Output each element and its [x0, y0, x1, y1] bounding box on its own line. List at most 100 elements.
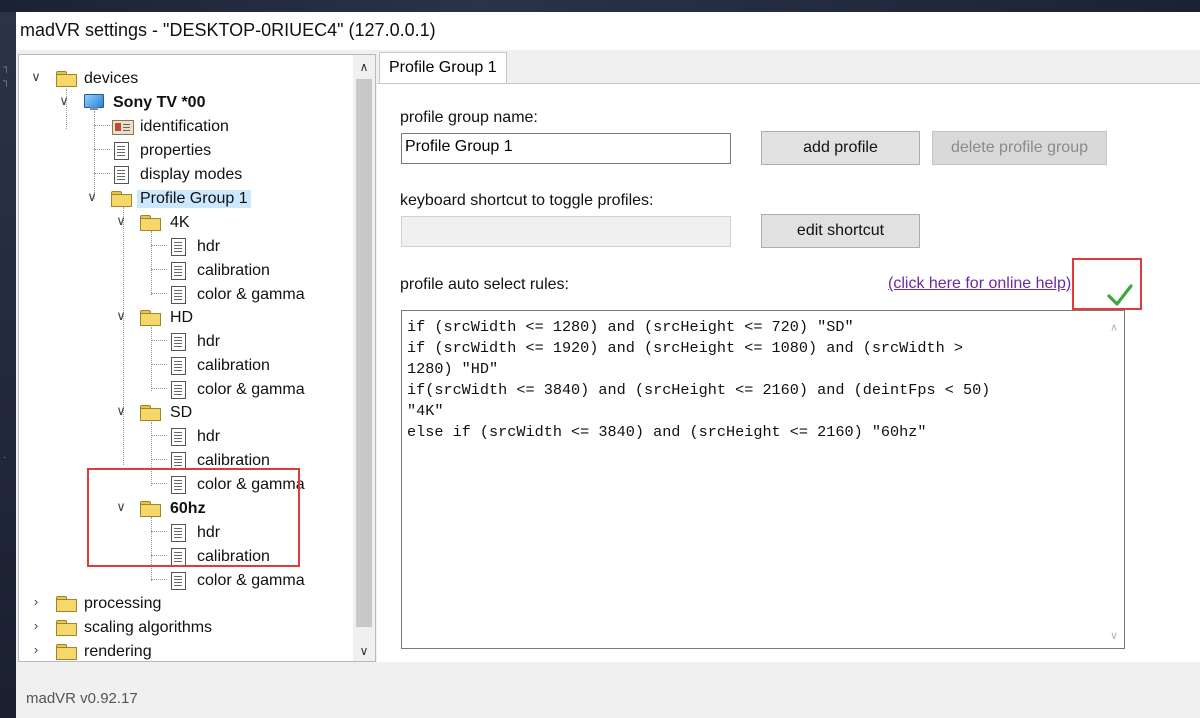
- document-icon: [171, 357, 186, 375]
- chevron-down-icon[interactable]: ∨: [114, 308, 128, 326]
- tree-node-label: rendering: [84, 643, 152, 660]
- tree-node-hdr[interactable]: hdr: [19, 426, 349, 448]
- folder-open-icon: [111, 191, 132, 207]
- id-card-icon: [112, 120, 134, 135]
- document-icon: [114, 142, 129, 160]
- edit-shortcut-button[interactable]: edit shortcut: [761, 214, 920, 248]
- desktop-top-strip: [0, 0, 1200, 12]
- highlight-box: [87, 468, 300, 567]
- document-icon: [171, 333, 186, 351]
- folder-icon: [140, 215, 161, 231]
- tree-node-label: calibration: [197, 357, 270, 374]
- scroll-up-icon[interactable]: ∧: [353, 57, 375, 77]
- tree-node-hd[interactable]: ∨ HD: [19, 307, 349, 329]
- window-title: madVR settings - "DESKTOP-0RIUEC4" (127.…: [20, 20, 436, 40]
- tree-node-sd[interactable]: ∨ SD: [19, 402, 349, 424]
- desktop-glyph: ┐: [3, 62, 11, 73]
- scroll-down-icon[interactable]: ∨: [353, 641, 375, 661]
- monitor-icon: [84, 94, 104, 111]
- settings-window: madVR settings - "DESKTOP-0RIUEC4" (127.…: [16, 12, 1200, 718]
- document-icon: [171, 286, 186, 304]
- chevron-down-icon[interactable]: ∨: [29, 69, 43, 87]
- tree-node-properties[interactable]: properties: [19, 140, 349, 162]
- tree-node-label: hdr: [197, 428, 221, 445]
- folder-icon: [56, 596, 77, 612]
- group-name-label: profile group name:: [400, 109, 538, 126]
- profile-group-panel: profile group name: Profile Group 1 add …: [377, 83, 1200, 662]
- document-icon: [171, 572, 186, 590]
- tree-node-display-modes[interactable]: display modes: [19, 164, 349, 186]
- tree-node-label: identification: [140, 118, 229, 135]
- tree-node-devices[interactable]: ∨ devices: [19, 68, 349, 90]
- delete-profile-group-button[interactable]: delete profile group: [932, 131, 1107, 165]
- desktop-glyph: ·: [3, 452, 7, 463]
- tree-node-sony-tv[interactable]: ∨ Sony TV *00: [19, 92, 349, 114]
- scroll-down-icon[interactable]: ∨: [1110, 629, 1118, 642]
- folder-icon: [56, 644, 77, 660]
- chevron-down-icon[interactable]: ∨: [114, 403, 128, 421]
- tree-node-label: SD: [170, 404, 193, 421]
- chevron-right-icon[interactable]: ›: [29, 594, 43, 612]
- tab-label: Profile Group 1: [389, 59, 497, 76]
- tree-node-profile-group-1[interactable]: ∨ Profile Group 1: [19, 188, 349, 210]
- status-bar: madVR v0.92.17: [16, 664, 1200, 718]
- shortcut-label: keyboard shortcut to toggle profiles:: [400, 192, 654, 209]
- tree-node-label: Sony TV *00: [113, 94, 206, 111]
- document-icon: [171, 381, 186, 399]
- tree-node-calibration[interactable]: calibration: [19, 260, 349, 282]
- tree-node-label: calibration: [197, 262, 270, 279]
- chevron-down-icon[interactable]: ∨: [57, 93, 71, 111]
- tree-node-label: color & gamma: [197, 572, 305, 589]
- shortcut-input[interactable]: [401, 216, 731, 247]
- title-bar[interactable]: madVR settings - "DESKTOP-0RIUEC4" (127.…: [16, 12, 1200, 50]
- document-icon: [114, 166, 129, 184]
- folder-icon: [140, 310, 161, 326]
- tree-node-label: Profile Group 1: [137, 190, 251, 208]
- folder-open-icon: [56, 71, 77, 87]
- tree-node-hdr[interactable]: hdr: [19, 331, 349, 353]
- tree-node-color-gamma[interactable]: color & gamma: [19, 379, 349, 401]
- tree-node-4k[interactable]: ∨ 4K: [19, 212, 349, 234]
- tree-node-label: HD: [170, 309, 194, 326]
- add-profile-button[interactable]: add profile: [761, 131, 920, 165]
- settings-tree[interactable]: ∨ devices ∨ Sony TV *00 identification p…: [18, 54, 376, 662]
- document-icon: [171, 262, 186, 280]
- tree-node-label: devices: [84, 70, 139, 87]
- tree-node-color-gamma[interactable]: color & gamma: [19, 284, 349, 306]
- tree-node-identification[interactable]: identification: [19, 116, 349, 138]
- tree-node-color-gamma[interactable]: color & gamma: [19, 570, 349, 592]
- tree-node-label: processing: [84, 595, 162, 612]
- chevron-right-icon[interactable]: ›: [29, 618, 43, 636]
- tree-node-scaling-algorithms[interactable]: › scaling algorithms: [19, 617, 349, 639]
- desktop-glyph: ┐: [3, 76, 11, 87]
- tree-scrollbar[interactable]: ∧ ∨: [353, 55, 375, 661]
- tree-node-label: scaling algorithms: [84, 619, 213, 636]
- rules-textarea[interactable]: if (srcWidth <= 1280) and (srcHeight <= …: [401, 310, 1125, 649]
- tree-node-label: color & gamma: [197, 381, 305, 398]
- scroll-up-icon[interactable]: ∧: [1110, 321, 1118, 334]
- document-icon: [171, 428, 186, 446]
- desktop-left-strip: ┐ ┐ ·: [0, 12, 16, 718]
- tree-node-rendering[interactable]: › rendering: [19, 641, 349, 661]
- folder-icon: [56, 620, 77, 636]
- chevron-right-icon[interactable]: ›: [29, 642, 43, 660]
- version-label: madVR v0.92.17: [26, 690, 138, 707]
- scrollbar-thumb[interactable]: [356, 79, 372, 627]
- document-icon: [171, 238, 186, 256]
- tree-node-calibration[interactable]: calibration: [19, 355, 349, 377]
- tree-node-label: display modes: [140, 166, 243, 183]
- tab-strip: Profile Group 1: [377, 52, 1200, 85]
- tree-node-processing[interactable]: › processing: [19, 593, 349, 615]
- tree-node-hdr[interactable]: hdr: [19, 236, 349, 258]
- chevron-down-icon[interactable]: ∨: [85, 189, 99, 207]
- group-name-input[interactable]: Profile Group 1: [401, 133, 731, 164]
- tree-node-label: hdr: [197, 238, 221, 255]
- rules-text: if (srcWidth <= 1280) and (srcHeight <= …: [407, 318, 991, 441]
- chevron-down-icon[interactable]: ∨: [114, 213, 128, 231]
- folder-icon: [140, 405, 161, 421]
- highlight-box: [1072, 258, 1142, 310]
- online-help-link[interactable]: (click here for online help): [888, 275, 1071, 293]
- tree-node-label: hdr: [197, 333, 221, 350]
- tab-profile-group-1[interactable]: Profile Group 1: [379, 52, 507, 85]
- tree-node-label: properties: [140, 142, 212, 159]
